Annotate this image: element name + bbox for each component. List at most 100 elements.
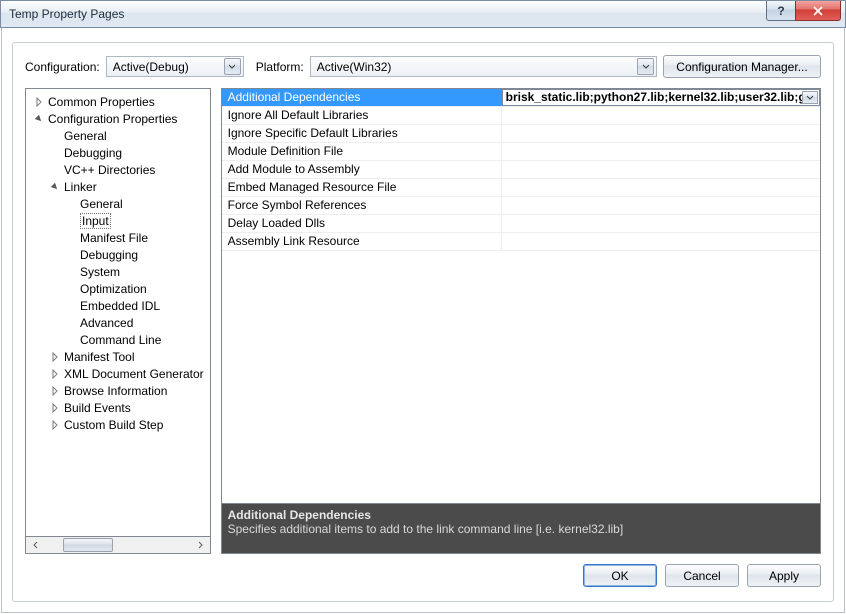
- configuration-manager-button[interactable]: Configuration Manager...: [663, 55, 821, 78]
- tree-item-label: Embedded IDL: [80, 299, 160, 313]
- dialog-body: Configuration: Active(Debug) Platform: A…: [1, 28, 845, 613]
- tree-item-label: XML Document Generator: [64, 367, 204, 381]
- cancel-button[interactable]: Cancel: [665, 564, 739, 587]
- tree-item[interactable]: System: [30, 263, 208, 280]
- help-button[interactable]: ?: [766, 1, 796, 21]
- apply-button[interactable]: Apply: [747, 564, 821, 587]
- tree-item[interactable]: Input: [30, 212, 208, 229]
- property-value[interactable]: brisk_static.lib;python27.lib;kernel32.l…: [506, 90, 817, 104]
- tree-item[interactable]: Debugging: [30, 246, 208, 263]
- tree-item[interactable]: Browse Information: [30, 382, 208, 399]
- property-row[interactable]: Delay Loaded Dlls: [222, 215, 821, 233]
- property-name: Additional Dependencies: [222, 89, 502, 106]
- tree-item-label: VC++ Directories: [64, 163, 155, 177]
- tree-item[interactable]: XML Document Generator: [30, 365, 208, 382]
- svg-text:?: ?: [777, 5, 784, 17]
- property-row[interactable]: Assembly Link Resource: [222, 233, 821, 251]
- configuration-combo[interactable]: Active(Debug): [106, 56, 244, 77]
- tree-item[interactable]: Embedded IDL: [30, 297, 208, 314]
- tree-item[interactable]: Common Properties: [30, 93, 208, 110]
- tree-expand-icon[interactable]: [50, 386, 60, 396]
- platform-combo[interactable]: Active(Win32): [310, 56, 657, 77]
- tree-item-label: Linker: [64, 180, 97, 194]
- description-title: Additional Dependencies: [228, 508, 815, 522]
- title-bar: Temp Property Pages ?: [0, 0, 846, 28]
- apply-label: Apply: [769, 569, 799, 583]
- tree-expand-icon[interactable]: [50, 403, 60, 413]
- ok-label: OK: [611, 569, 628, 583]
- tree-item-label: Manifest Tool: [64, 350, 134, 364]
- property-row[interactable]: Force Symbol References: [222, 197, 821, 215]
- configuration-label: Configuration:: [25, 60, 100, 74]
- tree-expand-icon[interactable]: [50, 420, 60, 430]
- configuration-manager-label: Configuration Manager...: [676, 60, 807, 74]
- property-name: Force Symbol References: [222, 197, 502, 214]
- tree-item[interactable]: VC++ Directories: [30, 161, 208, 178]
- tree-item[interactable]: Optimization: [30, 280, 208, 297]
- property-name: Delay Loaded Dlls: [222, 215, 502, 232]
- cancel-label: Cancel: [683, 569, 720, 583]
- scroll-track[interactable]: [43, 537, 193, 553]
- config-row: Configuration: Active(Debug) Platform: A…: [25, 55, 821, 78]
- property-name: Ignore Specific Default Libraries: [222, 125, 502, 142]
- close-button[interactable]: [795, 1, 841, 21]
- tree-item-label: Manifest File: [80, 231, 148, 245]
- dialog-buttons: OK Cancel Apply: [25, 564, 821, 587]
- tree-item[interactable]: Custom Build Step: [30, 416, 208, 433]
- tree-item[interactable]: Command Line: [30, 331, 208, 348]
- description-text: Specifies additional items to add to the…: [228, 522, 815, 536]
- tree-item-label: Optimization: [80, 282, 147, 296]
- tree-item-label: Custom Build Step: [64, 418, 163, 432]
- property-row[interactable]: Add Module to Assembly: [222, 161, 821, 179]
- nav-tree[interactable]: Common Properties Configuration Propertie…: [25, 88, 211, 537]
- tree-item[interactable]: Advanced: [30, 314, 208, 331]
- tree-item-label: Configuration Properties: [48, 112, 177, 126]
- tree-expand-icon[interactable]: [50, 352, 60, 362]
- tree-item-label: Input: [80, 213, 111, 229]
- chevron-down-icon[interactable]: [637, 58, 654, 75]
- tree-item[interactable]: Debugging: [30, 144, 208, 161]
- tree-item-label: System: [80, 265, 120, 279]
- tree-item[interactable]: Manifest Tool: [30, 348, 208, 365]
- tree-expand-icon[interactable]: [50, 369, 60, 379]
- property-row[interactable]: Ignore Specific Default Libraries: [222, 125, 821, 143]
- chevron-down-icon[interactable]: [224, 58, 241, 75]
- tree-item-label: General: [80, 197, 123, 211]
- tree-item[interactable]: General: [30, 195, 208, 212]
- window-title: Temp Property Pages: [9, 7, 124, 21]
- property-grid[interactable]: Additional Dependencies brisk_static.lib;…: [221, 88, 822, 504]
- property-name: Embed Managed Resource File: [222, 179, 502, 196]
- tree-item[interactable]: Configuration Properties: [30, 110, 208, 127]
- description-panel: Additional Dependencies Specifies additi…: [221, 504, 822, 554]
- scroll-thumb[interactable]: [63, 538, 113, 552]
- tree-item[interactable]: Linker: [30, 178, 208, 195]
- dropdown-icon[interactable]: [802, 91, 818, 104]
- nav-tree-container: Common Properties Configuration Propertie…: [25, 88, 211, 554]
- tree-expand-icon[interactable]: [34, 114, 44, 124]
- property-name: Ignore All Default Libraries: [222, 107, 502, 124]
- tree-item-label: Debugging: [64, 146, 122, 160]
- property-row[interactable]: Module Definition File: [222, 143, 821, 161]
- property-panel: Additional Dependencies brisk_static.lib;…: [221, 88, 822, 554]
- ok-button[interactable]: OK: [583, 564, 657, 587]
- property-name: Module Definition File: [222, 143, 502, 160]
- tree-expand-icon[interactable]: [50, 182, 60, 192]
- tree-item-label: Advanced: [80, 316, 133, 330]
- tree-item-label: Command Line: [80, 333, 161, 347]
- property-row[interactable]: Embed Managed Resource File: [222, 179, 821, 197]
- property-name: Add Module to Assembly: [222, 161, 502, 178]
- tree-item-label: General: [64, 129, 107, 143]
- tree-item[interactable]: Manifest File: [30, 229, 208, 246]
- property-row[interactable]: Additional Dependencies brisk_static.lib;…: [222, 89, 821, 107]
- tree-item[interactable]: Build Events: [30, 399, 208, 416]
- property-name: Assembly Link Resource: [222, 233, 502, 250]
- scroll-right-icon[interactable]: [193, 537, 210, 553]
- scroll-left-icon[interactable]: [26, 537, 43, 553]
- platform-value: Active(Win32): [317, 60, 637, 74]
- tree-scrollbar[interactable]: [25, 537, 211, 554]
- platform-label: Platform:: [256, 60, 304, 74]
- tree-expand-icon[interactable]: [34, 97, 44, 107]
- property-row[interactable]: Ignore All Default Libraries: [222, 107, 821, 125]
- tree-item[interactable]: General: [30, 127, 208, 144]
- tree-item-label: Debugging: [80, 248, 138, 262]
